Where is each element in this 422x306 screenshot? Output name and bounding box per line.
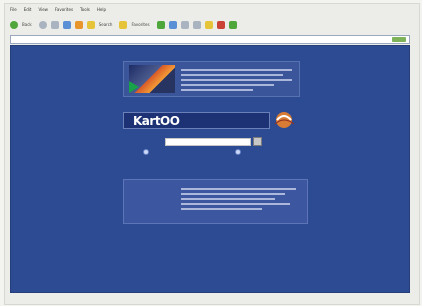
address-bar[interactable]: [10, 35, 410, 44]
bottom-promo-lines: [181, 185, 296, 213]
forward-icon[interactable]: [38, 20, 47, 29]
messenger-icon[interactable]: [228, 20, 237, 29]
home-icon[interactable]: [74, 20, 83, 29]
bottom-promo-box: [123, 179, 308, 224]
back-label[interactable]: Back: [22, 22, 32, 27]
search-panel: KartOO: [123, 112, 298, 160]
search-label[interactable]: Search: [99, 22, 113, 27]
search-row: [163, 137, 262, 146]
promo-image: [129, 65, 175, 93]
favorites-label[interactable]: Favorites: [131, 22, 149, 27]
history-icon[interactable]: [168, 20, 177, 29]
menu-tools[interactable]: Tools: [80, 7, 90, 15]
search-input[interactable]: [165, 137, 251, 146]
mail-icon[interactable]: [180, 20, 189, 29]
menu-view[interactable]: View: [38, 7, 48, 15]
status-bar: [10, 293, 408, 300]
menu-edit[interactable]: Edit: [24, 7, 32, 15]
stop-icon[interactable]: [50, 20, 59, 29]
edit-icon[interactable]: [204, 20, 213, 29]
kartoo-ball-icon: [274, 112, 295, 128]
back-icon[interactable]: [10, 20, 18, 29]
promo-text-lines: [181, 66, 292, 94]
menu-file[interactable]: File: [10, 7, 17, 15]
print-icon[interactable]: [192, 20, 201, 29]
top-promo-box: [123, 61, 300, 97]
radio-icon[interactable]: [143, 149, 149, 155]
search-option-local[interactable]: [235, 149, 243, 155]
media-icon[interactable]: [156, 20, 165, 29]
radio-icon[interactable]: [235, 149, 241, 155]
search-button[interactable]: [253, 137, 262, 146]
search-option-web[interactable]: [143, 149, 151, 155]
menu-favorites[interactable]: Favorites: [55, 7, 73, 15]
kartoo-logo: KartOO: [133, 114, 180, 128]
go-button[interactable]: [392, 37, 406, 42]
menu-help[interactable]: Help: [97, 7, 106, 15]
favorites-icon[interactable]: [119, 20, 128, 29]
discuss-icon[interactable]: [216, 20, 225, 29]
page-content: KartOO: [10, 45, 410, 293]
browser-toolbar: Back Search Favorites: [10, 18, 408, 31]
refresh-icon[interactable]: [62, 20, 71, 29]
logo-bar: KartOO: [123, 112, 270, 129]
menu-bar: File Edit View Favorites Tools Help: [10, 7, 106, 15]
search-icon[interactable]: [86, 20, 95, 29]
